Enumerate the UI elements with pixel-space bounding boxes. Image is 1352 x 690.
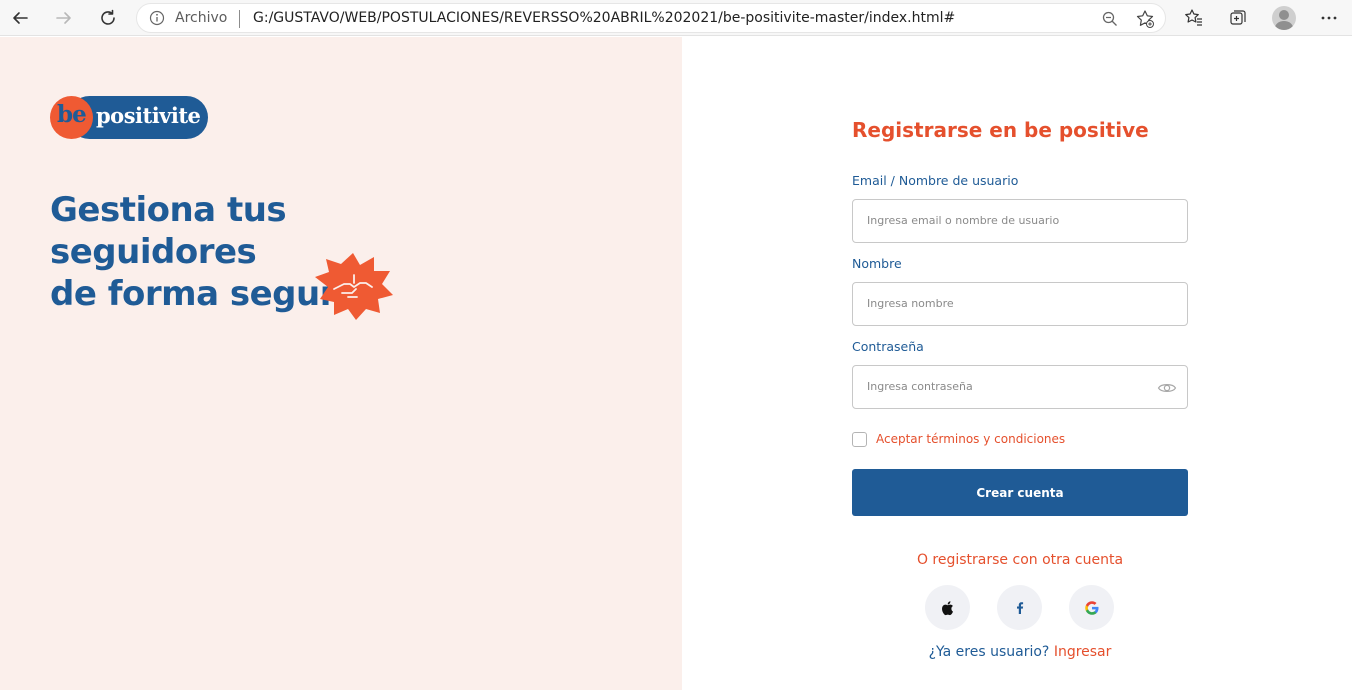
login-link[interactable]: Ingresar	[1054, 644, 1112, 660]
email-field[interactable]: Ingresa email o nombre de usuario	[852, 199, 1188, 243]
favorites-icon	[1185, 9, 1202, 26]
google-icon	[1084, 600, 1098, 615]
security-label: Archivo	[175, 10, 228, 26]
name-field[interactable]: Ingresa nombre	[852, 282, 1188, 326]
create-account-button[interactable]: Crear cuenta	[852, 469, 1188, 516]
avatar-head	[1279, 10, 1289, 20]
refresh-button[interactable]	[94, 4, 122, 32]
zoom-icon[interactable]	[1101, 10, 1119, 28]
brand-logo: be positivite	[50, 96, 208, 139]
apple-signup-button[interactable]	[925, 585, 970, 630]
apple-icon	[941, 600, 953, 615]
email-label: Email / Nombre de usuario	[852, 173, 1019, 188]
logo-be-text: be	[57, 101, 87, 128]
starburst-handshake-icon	[315, 253, 393, 320]
hero-panel: be positivite Gestiona tus seguidores de…	[0, 37, 682, 690]
forward-button[interactable]	[50, 4, 78, 32]
headline-line-2: de forma segura	[50, 274, 359, 314]
browser-toolbar: Archivo G:/GUSTAVO/WEB/POSTULACIONES/REV…	[0, 0, 1352, 36]
address-divider	[239, 10, 240, 28]
password-label: Contraseña	[852, 339, 924, 354]
logo-positivite-text: positivite	[96, 103, 201, 128]
login-question: ¿Ya eres usuario?	[928, 644, 1050, 660]
more-icon	[1321, 16, 1337, 20]
refresh-icon	[101, 9, 115, 25]
back-button[interactable]	[6, 4, 34, 32]
terms-checkbox[interactable]	[852, 432, 867, 447]
collections-button[interactable]	[1225, 5, 1251, 31]
login-prompt: ¿Ya eres usuario? Ingresar	[852, 644, 1188, 660]
google-signup-button[interactable]	[1069, 585, 1114, 630]
facebook-signup-button[interactable]	[997, 585, 1042, 630]
more-menu-button[interactable]	[1316, 5, 1342, 31]
headline-line-1: Gestiona tus seguidores	[50, 190, 287, 272]
terms-label[interactable]: Aceptar términos y condiciones	[876, 432, 1065, 446]
password-placeholder: Ingresa contraseña	[867, 380, 973, 393]
name-label: Nombre	[852, 256, 902, 271]
info-icon[interactable]	[149, 10, 165, 26]
url-text[interactable]: G:/GUSTAVO/WEB/POSTULACIONES/REVERSSO%20…	[253, 10, 955, 26]
alt-signup-text: O registrarse con otra cuenta	[916, 552, 1124, 568]
password-field[interactable]: Ingresa contraseña	[852, 365, 1188, 409]
email-placeholder: Ingresa email o nombre de usuario	[867, 214, 1060, 227]
name-placeholder: Ingresa nombre	[867, 297, 954, 310]
arrow-left-icon	[13, 12, 28, 24]
collections-icon	[1230, 10, 1246, 25]
profile-avatar[interactable]	[1272, 6, 1296, 30]
favorites-button[interactable]	[1181, 5, 1207, 31]
address-bar[interactable]: Archivo G:/GUSTAVO/WEB/POSTULACIONES/REV…	[136, 3, 1166, 33]
avatar-body	[1275, 21, 1293, 30]
add-favorite-icon[interactable]	[1135, 9, 1155, 29]
hero-headline: Gestiona tus seguidores de forma segura	[50, 189, 490, 315]
arrow-right-icon	[56, 12, 71, 24]
form-title: Registrarse en be positive	[852, 118, 1149, 142]
eye-icon[interactable]	[1157, 380, 1177, 396]
facebook-icon	[1016, 601, 1023, 614]
